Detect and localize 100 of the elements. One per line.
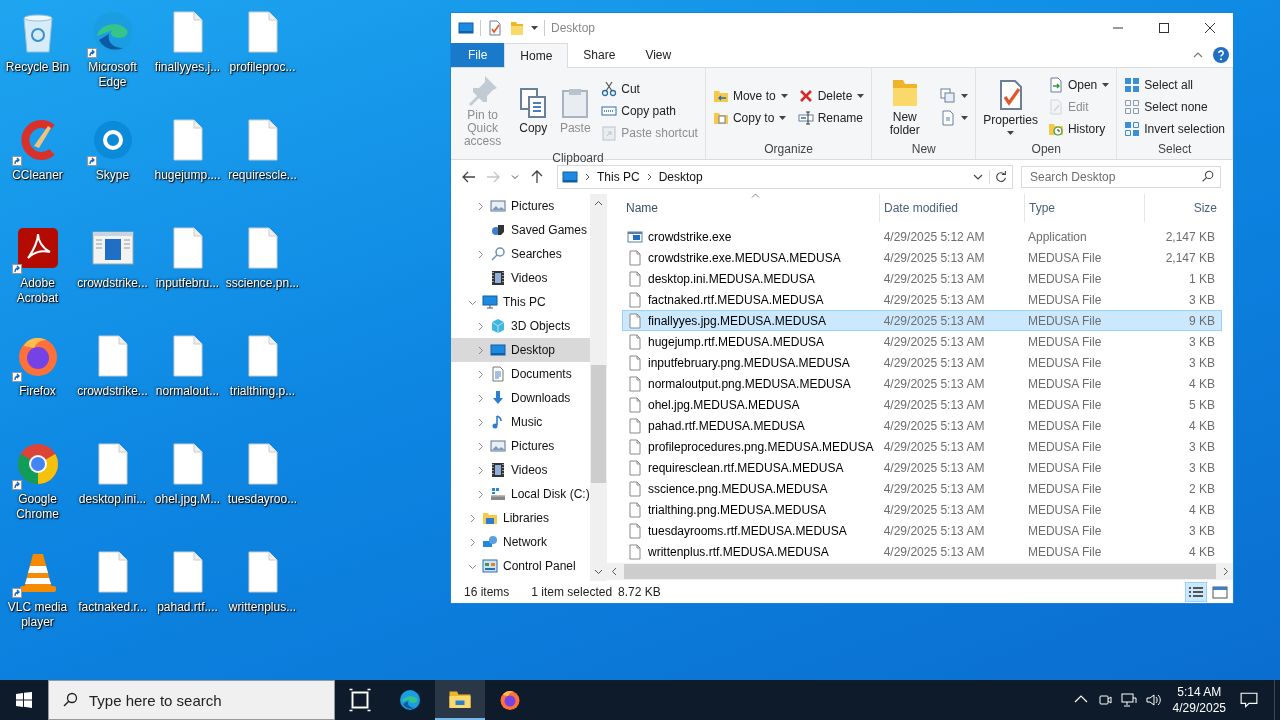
file-row[interactable]: hugejump.rtf.MEDUSA.MEDUSA 4/29/2025 5:13 AM MEDUSA File 3 KB	[622, 331, 1222, 352]
ribbon-tab[interactable]: View	[630, 43, 687, 67]
icon-label: Recycle Bin	[4, 60, 71, 75]
nav-item[interactable]: Saved Games	[451, 218, 590, 242]
volume-icon[interactable]	[1144, 692, 1161, 708]
file-row[interactable]: tuesdayrooms.rtf.MEDUSA.MEDUSA 4/29/2025 5:13 AM MEDUSA File 3 KB	[622, 520, 1222, 541]
nav-item[interactable]: Searches	[451, 242, 590, 266]
collapse-ribbon-icon[interactable]	[1193, 51, 1203, 59]
chevron-right-icon[interactable]	[476, 201, 485, 211]
ribbon-button[interactable]: Copy	[514, 85, 553, 137]
icon-label: VLC media player	[6, 600, 69, 630]
ribbon-tab[interactable]: Share	[568, 43, 631, 67]
chevron-right-icon[interactable]	[476, 441, 485, 451]
ribbon-button[interactable]: Invert selection	[1121, 117, 1228, 140]
file-row[interactable]: pahad.rtf.MEDUSA.MEDUSA 4/29/2025 5:13 AM MEDUSA File 4 KB	[622, 415, 1222, 436]
nav-item[interactable]: Desktop	[451, 338, 590, 362]
chevron-right-icon[interactable]	[476, 249, 485, 259]
ribbon-button[interactable]: Copy path	[598, 100, 701, 122]
chevron-right-icon[interactable]	[476, 321, 485, 331]
nav-item[interactable]: Videos	[451, 266, 590, 290]
back-arrow-icon[interactable]	[461, 169, 477, 185]
nav-item[interactable]: Network	[451, 530, 590, 554]
file-row[interactable]: sscience.png.MEDUSA.MEDUSA 4/29/2025 5:13 AM MEDUSA File 2 KB	[622, 478, 1222, 499]
file-row[interactable]: factnaked.rtf.MEDUSA.MEDUSA 4/29/2025 5:13 AM MEDUSA File 3 KB	[622, 289, 1222, 310]
nav-item[interactable]: This PC	[451, 290, 590, 314]
up-arrow-icon[interactable]	[529, 169, 545, 185]
chevron-right-icon[interactable]	[645, 173, 653, 181]
ribbon-button[interactable]: Select none	[1121, 95, 1228, 118]
ribbon-button[interactable]: New folder	[876, 74, 934, 139]
details-view-button[interactable]	[1185, 582, 1207, 602]
properties-icon[interactable]	[487, 20, 503, 36]
ribbon-button[interactable]: Select all	[1121, 73, 1228, 96]
nav-item[interactable]: Downloads	[451, 386, 590, 410]
table-cell-text: 3 KB	[1188, 523, 1216, 538]
file-row[interactable]: profileprocedures.png.MEDUSA.MEDUSA 4/29/2025 5:13 AM MEDUSA File 3 KB	[622, 436, 1222, 457]
file-menu-tab[interactable]: File	[451, 43, 505, 67]
clock-date[interactable]: 4/29/2025	[1172, 700, 1226, 716]
rename-icon	[797, 109, 814, 126]
clock-time[interactable]: 5:14 AM	[1177, 684, 1222, 700]
table-cell-text: 2 KB	[1188, 481, 1216, 496]
file-row[interactable]: crowdstrike.exe.MEDUSA.MEDUSA 4/29/2025 5:13 AM MEDUSA File 2,147 KB	[622, 247, 1222, 268]
ribbon-button[interactable]: Copy to	[709, 106, 791, 129]
file-row[interactable]: desktop.ini.MEDUSA.MEDUSA 4/29/2025 5:13 AM MEDUSA File 1 KB	[622, 268, 1222, 289]
file-row[interactable]: requiresclean.rtf.MEDUSA.MEDUSA 4/29/2025 5:13 AM MEDUSA File 3 KB	[622, 457, 1222, 478]
nav-item[interactable]: Control Panel	[451, 554, 590, 578]
chevron-right-icon[interactable]	[476, 393, 485, 403]
search-field[interactable]: Search Desktop	[1021, 166, 1221, 188]
help-icon[interactable]	[1213, 47, 1229, 63]
file-row[interactable]: crowdstrike.exe 4/29/2025 5:12 AM Application 2,147 KB	[622, 226, 1222, 247]
nav-item[interactable]: Music	[451, 410, 590, 434]
chevron-right-icon[interactable]	[476, 465, 485, 475]
column-header[interactable]: Date modified	[880, 194, 1025, 222]
ribbon-button[interactable]: History	[1044, 117, 1113, 140]
taskbar-search-field[interactable]: Type here to search	[48, 680, 335, 720]
refresh-icon[interactable]	[989, 170, 1008, 184]
computer-icon[interactable]	[458, 20, 474, 36]
chevron-right-icon[interactable]	[476, 369, 485, 379]
file-row[interactable]: inputfebruary.png.MEDUSA.MEDUSA 4/29/2025 5:13 AM MEDUSA File 3 KB	[622, 352, 1222, 373]
nav-item[interactable]: Libraries	[451, 506, 590, 530]
nav-item[interactable]: Documents	[451, 362, 590, 386]
nav-item[interactable]: Videos	[451, 458, 590, 482]
ribbon-button[interactable]: Delete	[794, 84, 868, 107]
nav-item[interactable]: Local Disk (C:)	[451, 482, 590, 506]
chevron-right-icon[interactable]	[584, 173, 591, 181]
address-bar[interactable]: This PC Desktop	[557, 165, 1013, 189]
file-explorer-button[interactable]	[435, 680, 485, 720]
breadcrumb[interactable]: This PC	[597, 170, 640, 184]
column-header[interactable]: Size	[1145, 194, 1223, 222]
ribbon-button[interactable]: Properties	[980, 76, 1041, 137]
chevron-right-icon[interactable]	[468, 537, 477, 547]
nav-item[interactable]: Pictures	[451, 194, 590, 218]
webcam-icon[interactable]	[1096, 692, 1113, 708]
file-row[interactable]: writtenplus.rtf.MEDUSA.MEDUSA 4/29/2025 5:13 AM MEDUSA File 4 KB	[622, 541, 1222, 562]
chevron-right-icon[interactable]	[476, 489, 485, 499]
table-cell-text: MEDUSA File	[1026, 439, 1103, 454]
nav-item[interactable]: Pictures	[451, 434, 590, 458]
scrollbar-thumb[interactable]	[591, 365, 606, 483]
column-header[interactable]: Name	[622, 194, 880, 222]
file-icon	[627, 354, 643, 371]
chevron-right-icon[interactable]	[476, 417, 485, 427]
select-all-icon	[1124, 76, 1141, 93]
ribbon-button[interactable]: Cut	[598, 78, 701, 100]
file-row[interactable]: trialthing.png.MEDUSA.MEDUSA 4/29/2025 5:13 AM MEDUSA File 4 KB	[622, 499, 1222, 520]
file-row[interactable]: finallyyes.jpg.MEDUSA.MEDUSA 4/29/2025 5:13 AM MEDUSA File 9 KB	[622, 310, 1222, 331]
ribbon-tab[interactable]: Home	[504, 43, 569, 68]
network-icon[interactable]	[1120, 692, 1137, 708]
scrollbar-thumb[interactable]	[624, 564, 1216, 579]
table-cell-text: 4/29/2025 5:13 AM	[882, 355, 986, 370]
notification-icon[interactable]	[1240, 691, 1258, 709]
ribbon-button[interactable]: Rename	[794, 106, 868, 129]
ribbon-button[interactable]: Move to	[709, 84, 791, 107]
column-header[interactable]: Type	[1025, 194, 1145, 222]
ribbon-button[interactable]: Open	[1044, 73, 1113, 96]
file-icon	[627, 333, 643, 350]
nav-item[interactable]: 3D Objects	[451, 314, 590, 338]
file-row[interactable]: normaloutput.png.MEDUSA.MEDUSA 4/29/2025 5:13 AM MEDUSA File 4 KB	[622, 373, 1222, 394]
file-row[interactable]: ohel.jpg.MEDUSA.MEDUSA 4/29/2025 5:13 AM MEDUSA File 5 KB	[622, 394, 1222, 415]
icon-label: profileproc...	[228, 60, 297, 75]
breadcrumb[interactable]: Desktop	[658, 170, 703, 184]
chevron-right-icon[interactable]	[468, 513, 477, 523]
